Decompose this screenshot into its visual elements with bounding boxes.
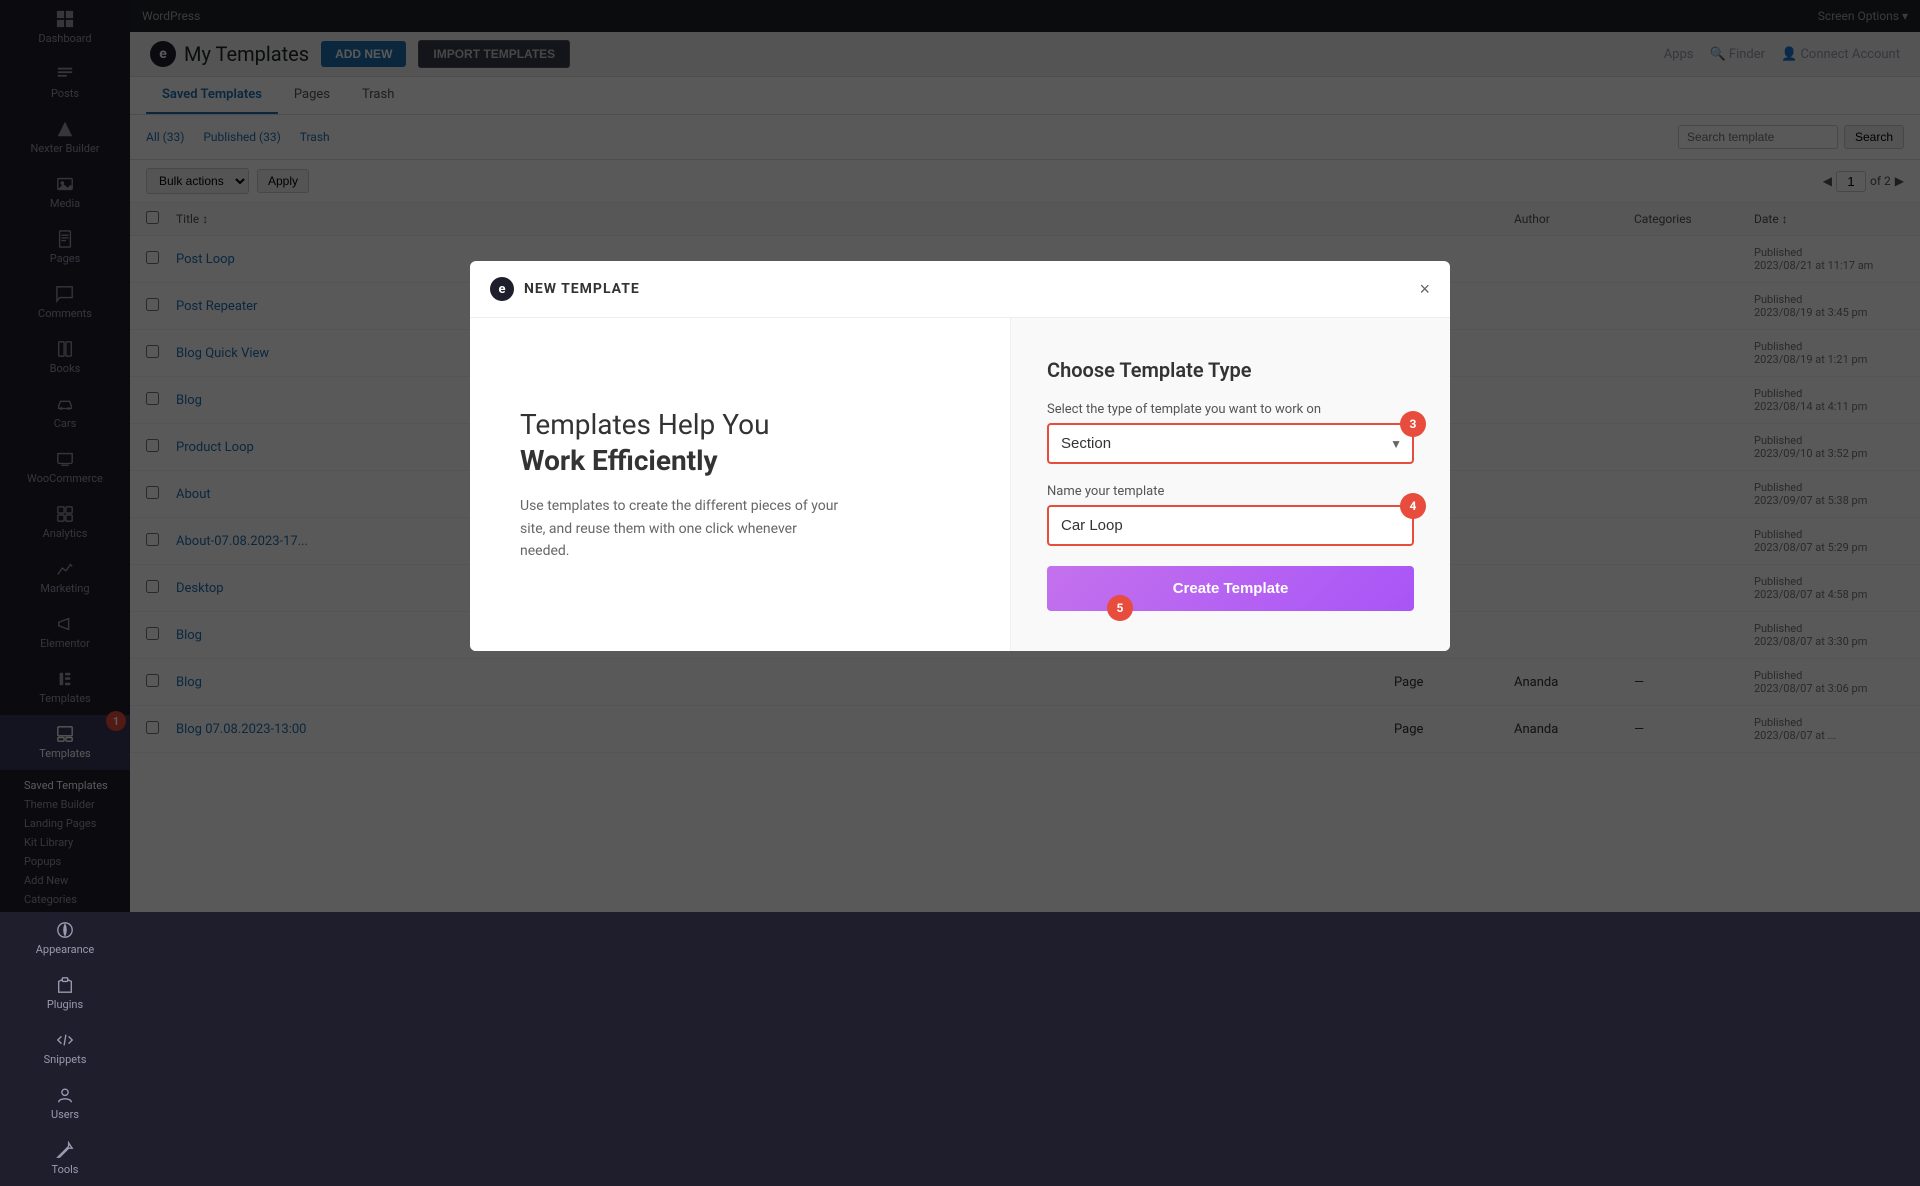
modal-left-panel: Templates Help You Work Efficiently Use …: [470, 318, 1010, 651]
input-wrapper-container: 4: [1047, 505, 1414, 546]
modal-header: e NEW TEMPLATE ×: [470, 261, 1450, 318]
sidebar-item-plugins[interactable]: Plugins: [0, 966, 130, 1021]
template-name-input-wrapper: [1047, 505, 1414, 546]
step-badge-5: 5: [1107, 595, 1133, 621]
select-label: Select the type of template you want to …: [1047, 402, 1414, 417]
modal-e-icon: e: [490, 277, 514, 301]
template-type-group: Select the type of template you want to …: [1047, 402, 1414, 464]
modal-left-description: Use templates to create the different pi…: [520, 495, 840, 562]
template-name-input[interactable]: [1049, 507, 1412, 544]
create-template-button[interactable]: Create Template: [1047, 566, 1414, 611]
modal-close-button[interactable]: ×: [1419, 279, 1430, 300]
name-label: Name your template: [1047, 484, 1414, 499]
plugins-icon: [56, 976, 74, 994]
step-badge-4: 4: [1400, 493, 1426, 519]
snippets-icon: [56, 1031, 74, 1049]
sidebar-item-snippets[interactable]: Snippets: [0, 1021, 130, 1076]
template-name-group: Name your template 4: [1047, 484, 1414, 546]
users-icon: [56, 1086, 74, 1104]
step-badge-3: 3: [1400, 411, 1426, 437]
sidebar-item-tools[interactable]: Tools: [0, 1131, 130, 1186]
appearance-icon: [56, 921, 74, 939]
sidebar-item-users[interactable]: Users: [0, 1076, 130, 1131]
modal-title: NEW TEMPLATE: [524, 281, 640, 297]
new-template-modal: e NEW TEMPLATE × Templates Help You Work…: [470, 261, 1450, 651]
template-type-select-wrapper: Section Page Popup Block ▼: [1047, 423, 1414, 464]
modal-body: Templates Help You Work Efficiently Use …: [470, 318, 1450, 651]
modal-left-heading: Templates Help You Work Efficiently: [520, 407, 960, 480]
tools-icon: [56, 1141, 74, 1159]
choose-template-heading: Choose Template Type: [1047, 358, 1414, 382]
select-wrapper: Section Page Popup Block ▼ 3: [1047, 423, 1414, 464]
sidebar-item-appearance[interactable]: Appearance: [0, 911, 130, 966]
modal-overlay[interactable]: e NEW TEMPLATE × Templates Help You Work…: [0, 0, 1920, 912]
create-button-container: Create Template 5: [1047, 566, 1414, 611]
template-type-select[interactable]: Section Page Popup Block: [1049, 425, 1412, 462]
modal-right-panel: Choose Template Type Select the type of …: [1010, 318, 1450, 651]
